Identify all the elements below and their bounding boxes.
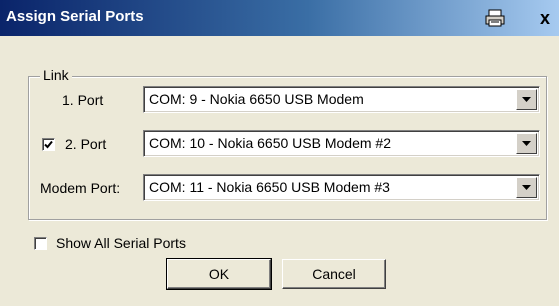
modem-port-select[interactable]: COM: 11 - Nokia 6650 USB Modem #3	[143, 174, 540, 201]
port1-select-value: COM: 9 - Nokia 6650 USB Modem	[149, 91, 364, 107]
title-bar: Assign Serial Ports x	[0, 0, 559, 36]
ok-button[interactable]: OK	[166, 258, 272, 290]
port2-select-value: COM: 10 - Nokia 6650 USB Modem #2	[149, 135, 391, 151]
window-title: Assign Serial Ports	[6, 8, 144, 25]
show-all-label: Show All Serial Ports	[56, 235, 186, 251]
show-all-checkbox[interactable]	[34, 237, 47, 250]
port1-label: 1. Port	[62, 92, 104, 108]
cancel-button[interactable]: Cancel	[282, 259, 386, 289]
port2-checkbox[interactable]	[42, 138, 55, 151]
print-icon[interactable]	[484, 8, 506, 28]
checkmark-icon	[44, 140, 53, 149]
close-button[interactable]: x	[534, 8, 556, 28]
port2-label: 2. Port	[65, 136, 107, 152]
port1-select[interactable]: COM: 9 - Nokia 6650 USB Modem	[143, 86, 540, 113]
chevron-down-icon[interactable]	[516, 177, 537, 198]
port2-select[interactable]: COM: 10 - Nokia 6650 USB Modem #2	[143, 130, 540, 157]
chevron-down-icon[interactable]	[516, 89, 537, 110]
chevron-down-icon[interactable]	[516, 133, 537, 154]
link-group-label: Link	[40, 67, 72, 83]
modem-port-label: Modem Port:	[40, 180, 121, 196]
modem-port-select-value: COM: 11 - Nokia 6650 USB Modem #3	[149, 179, 390, 195]
